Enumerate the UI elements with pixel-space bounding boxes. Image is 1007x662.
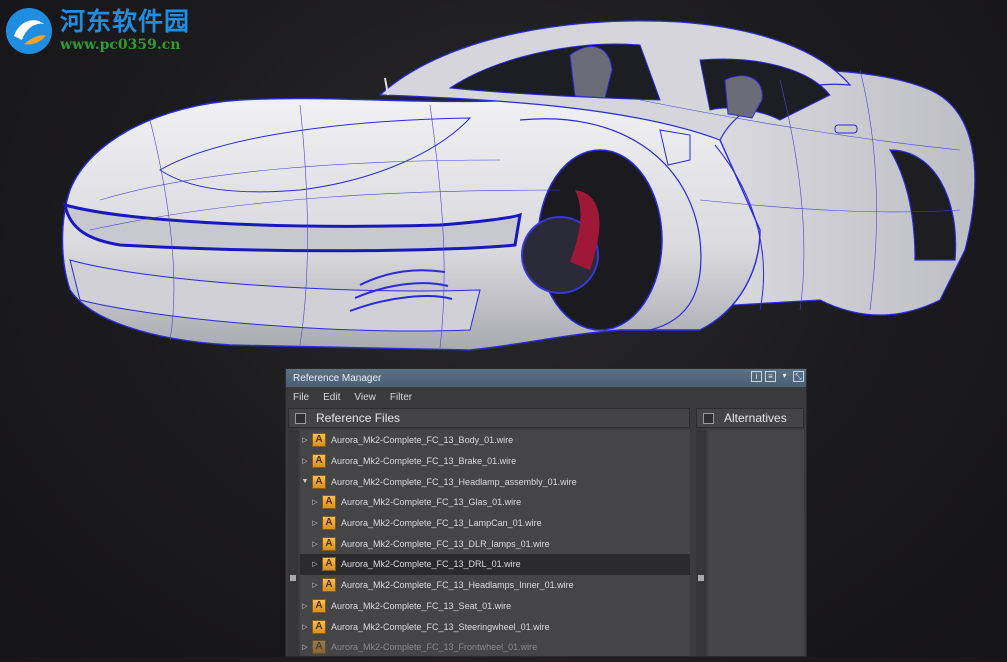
wire-file-icon: A <box>322 516 336 531</box>
menu-filter[interactable]: Filter <box>390 392 412 403</box>
expand-right-icon[interactable]: ▷ <box>300 643 310 651</box>
expand-down-icon[interactable]: ▼ <box>300 478 310 485</box>
expand-right-icon[interactable]: ▷ <box>310 519 320 527</box>
file-row[interactable]: ▷ A Aurora_Mk2-Complete_FC_13_Headlamps_In… <box>300 575 690 596</box>
reference-manager-window: Reference Manager i ≡ ▾ ⤡ File Edit View… <box>285 368 807 657</box>
expand-right-icon[interactable]: ▷ <box>310 560 320 568</box>
watermark: 河东软件园 www.pc0359.cn <box>4 6 190 56</box>
wire-file-icon: A <box>312 598 326 613</box>
expand-right-icon[interactable]: ▷ <box>310 498 320 506</box>
menu-view[interactable]: View <box>354 392 376 403</box>
watermark-url: www.pc0359.cn <box>60 37 181 53</box>
expand-right-icon[interactable]: ▷ <box>300 602 310 610</box>
file-row[interactable]: ▷ A Aurora_Mk2-Complete_FC_13_Frontwheel_0… <box>300 637 690 656</box>
file-name: Aurora_Mk2-Complete_FC_13_Seat_01.wire <box>331 600 512 611</box>
file-name: Aurora_Mk2-Complete_FC_13_Body_01.wire <box>331 435 514 446</box>
reference-files-title: Reference Files <box>316 411 401 425</box>
wire-file-icon: A <box>322 557 336 572</box>
alternatives-title: Alternatives <box>724 411 787 425</box>
wire-file-icon: A <box>312 640 326 655</box>
reference-files-pane: Reference Files ▷ A Aurora_Mk2-Complete_FC… <box>288 408 690 656</box>
expand-right-icon[interactable]: ▷ <box>310 540 320 548</box>
file-name: Aurora_Mk2-Complete_FC_13_Frontwheel_01.… <box>331 642 538 653</box>
file-row[interactable]: ▷ A Aurora_Mk2-Complete_FC_13_Steeringwhee… <box>300 616 690 637</box>
file-name: Aurora_Mk2-Complete_FC_13_LampCan_01.wir… <box>341 518 542 529</box>
wire-file-icon: A <box>312 454 326 469</box>
wire-file-icon: A <box>322 578 336 593</box>
file-row[interactable]: ▷ A Aurora_Mk2-Complete_FC_13_Seat_01.wire <box>300 596 690 617</box>
wire-file-icon: A <box>312 474 326 489</box>
menu-file[interactable]: File <box>293 392 309 403</box>
scroll-grip[interactable] <box>290 575 296 581</box>
file-row[interactable]: ▷ A Aurora_Mk2-Complete_FC_13_Glas_01.wire <box>300 492 690 513</box>
file-name: Aurora_Mk2-Complete_FC_13_Glas_01.wire <box>341 497 522 508</box>
wire-file-icon: A <box>322 536 336 551</box>
list-icon[interactable]: ≡ <box>765 371 776 382</box>
close-window-icon[interactable]: ⤡ <box>793 371 804 382</box>
file-name: Aurora_Mk2-Complete_FC_13_DLR_lamps_01.w… <box>341 538 550 549</box>
file-name: Aurora_Mk2-Complete_FC_13_DRL_01.wire <box>341 559 521 570</box>
file-name: Aurora_Mk2-Complete_FC_13_Steeringwheel_… <box>331 621 550 632</box>
file-row[interactable]: ▷ A Aurora_Mk2-Complete_FC_13_DLR_lamps_01… <box>300 533 690 554</box>
expand-right-icon[interactable]: ▷ <box>300 436 310 444</box>
watermark-title: 河东软件园 <box>60 7 191 36</box>
menu-edit[interactable]: Edit <box>323 392 340 403</box>
alternatives-header: Alternatives <box>696 408 804 428</box>
wire-file-icon: A <box>322 495 336 510</box>
file-row[interactable]: ▷ A Aurora_Mk2-Complete_FC_13_DRL_01.wire <box>300 554 690 575</box>
wire-file-icon: A <box>312 433 326 448</box>
file-row[interactable]: ▼ A Aurora_Mk2-Complete_FC_13_Headlamp_ass… <box>300 471 690 492</box>
reference-files-header: Reference Files <box>288 408 690 428</box>
file-row[interactable]: ▷ A Aurora_Mk2-Complete_FC_13_Brake_01.wir… <box>300 451 690 472</box>
expand-right-icon[interactable]: ▷ <box>300 457 310 465</box>
file-row[interactable]: ▷ A Aurora_Mk2-Complete_FC_13_LampCan_01.w… <box>300 513 690 534</box>
window-title: Reference Manager <box>293 372 382 384</box>
wire-file-icon: A <box>312 619 326 634</box>
info-icon[interactable]: i <box>751 371 762 382</box>
menubar: File Edit View Filter <box>286 387 806 407</box>
file-name: Aurora_Mk2-Complete_FC_13_Headlamp_assem… <box>331 476 577 487</box>
watermark-logo-icon <box>6 8 52 54</box>
reference-scrollbar[interactable] <box>288 430 298 656</box>
file-name: Aurora_Mk2-Complete_FC_13_Brake_01.wire <box>331 456 517 467</box>
expand-right-icon[interactable]: ▷ <box>310 581 320 589</box>
dropdown-icon[interactable]: ▾ <box>779 371 790 382</box>
alternatives-pane: Alternatives <box>696 408 804 656</box>
file-row[interactable]: ▷ A Aurora_Mk2-Complete_FC_13_Body_01.wire <box>300 430 690 451</box>
expand-right-icon[interactable]: ▷ <box>300 623 310 631</box>
scroll-grip[interactable] <box>698 575 704 581</box>
reference-files-checkbox[interactable] <box>295 412 306 424</box>
alternatives-list <box>708 430 804 656</box>
window-titlebar[interactable]: Reference Manager i ≡ ▾ ⤡ <box>286 369 806 387</box>
reference-file-list: ▷ A Aurora_Mk2-Complete_FC_13_Body_01.wire… <box>300 430 690 656</box>
file-name: Aurora_Mk2-Complete_FC_13_Headlamps_Inne… <box>341 580 574 591</box>
alternatives-scrollbar[interactable] <box>696 430 706 656</box>
alternatives-checkbox[interactable] <box>703 412 714 424</box>
